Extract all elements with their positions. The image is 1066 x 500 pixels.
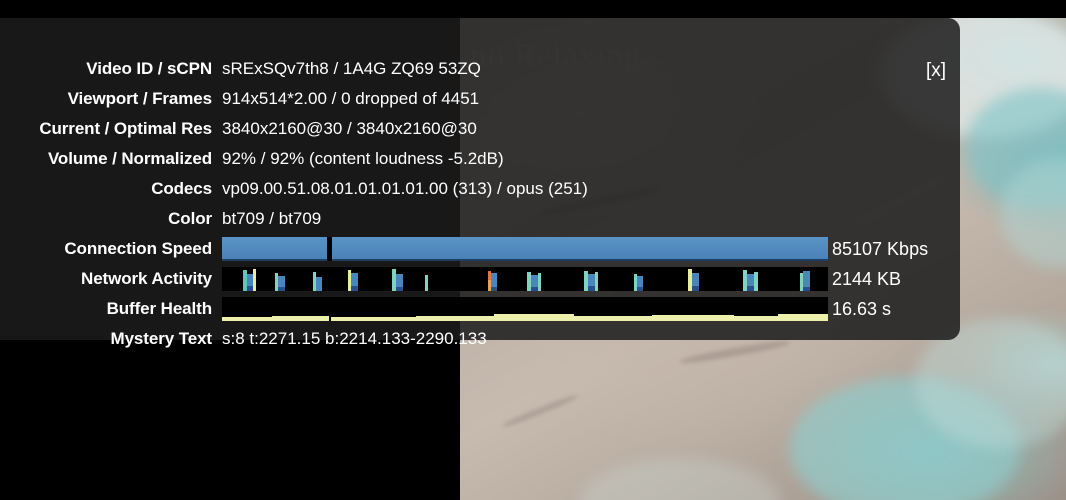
buffer-health-segment — [331, 297, 416, 321]
stat-value: vp09.00.51.08.01.01.01.01.00 (313) / opu… — [222, 179, 588, 198]
graph-readout: 16.63 s — [832, 298, 892, 319]
connection-speed-segment — [332, 237, 828, 261]
buffer-yellow-area — [574, 316, 652, 321]
stat-row-current-optimal-res: Current / Optimal Res 3840x2160@30 / 3840… — [0, 114, 477, 144]
buffer-health-segment — [734, 297, 778, 321]
stat-row-volume-normalized: Volume / Normalized 92% / 92% (content lo… — [0, 144, 504, 174]
network-activity-bar — [491, 287, 497, 291]
buffer-health-segment — [494, 297, 574, 321]
network-activity-canvas — [222, 267, 828, 291]
stat-row-color: Color bt709 / bt709 — [0, 204, 321, 234]
network-activity-bar — [538, 272, 541, 291]
stat-label: Color — [168, 209, 212, 228]
network-activity-bar — [531, 286, 538, 291]
buffer-health-graph — [222, 297, 828, 321]
network-activity-bar — [425, 275, 428, 291]
stat-value: 914x514*2.00 / 0 dropped of 4451 — [222, 89, 480, 108]
stat-label: Mystery Text — [110, 329, 213, 348]
stat-label: Viewport / Frames — [67, 89, 213, 108]
network-activity-bar — [692, 285, 699, 291]
stat-label: Volume / Normalized — [47, 149, 212, 168]
network-activity-bar — [278, 286, 285, 291]
graph-label: Connection Speed — [64, 239, 212, 258]
buffer-yellow-area — [778, 314, 828, 321]
stat-row-codecs: Codecs vp09.00.51.08.01.01.01.01.00 (313)… — [0, 174, 588, 204]
buffer-health-segment — [222, 297, 272, 321]
stat-row-mystery-text: Mystery Text s:8 t:2271.15 b:2214.133-229… — [0, 324, 487, 354]
network-activity-bar — [747, 286, 754, 291]
stat-value: 92% / 92% (content loudness -5.2dB) — [222, 149, 504, 168]
network-activity-bar — [595, 272, 598, 291]
graph-readout: 85107 Kbps — [832, 238, 929, 259]
buffer-yellow-area — [494, 314, 574, 321]
graph-row-network-activity: Network Activity 2144 KB — [0, 264, 901, 294]
network-activity-bar — [247, 285, 253, 291]
network-activity-bar — [253, 269, 256, 291]
graph-row-buffer-health: Buffer Health 16.63 s — [0, 294, 891, 324]
buffer-health-segment — [574, 297, 652, 321]
buffer-health-canvas — [222, 297, 828, 321]
connection-speed-graph — [222, 237, 828, 261]
connection-speed-canvas — [222, 237, 828, 261]
network-activity-bar — [803, 287, 810, 291]
stat-value: s:8 t:2271.15 b:2214.133-2290.133 — [222, 329, 487, 348]
graph-label: Buffer Health — [106, 299, 213, 318]
buffer-yellow-area — [652, 314, 734, 321]
buffer-divider — [329, 297, 331, 321]
stat-value: sRExSQv7th8 / 1A4G ZQ69 53ZQ — [222, 59, 481, 78]
network-activity-bar — [316, 277, 322, 291]
buffer-yellow-area — [416, 315, 494, 321]
buffer-yellow-area — [331, 317, 416, 321]
graph-readout: 2144 KB — [832, 268, 902, 289]
network-activity-bar — [351, 286, 358, 291]
network-activity-bar — [637, 287, 643, 291]
stat-label: Video ID / sCPN — [86, 59, 212, 78]
graph-label: Network Activity — [81, 269, 212, 288]
network-activity-bar — [588, 286, 595, 291]
close-icon[interactable]: [x] — [926, 61, 946, 80]
stats-for-nerds-panel: [x] Video ID / sCPN sRExSQv7th8 / 1A4G ZQ… — [0, 18, 960, 348]
buffer-health-segment — [652, 297, 734, 321]
buffer-yellow-area — [222, 317, 272, 321]
screen-root: no Relaxing [x] Video ID / sCPNsRExSQv7t… — [0, 0, 1066, 500]
network-activity-bar — [396, 286, 403, 291]
buffer-health-segment — [778, 297, 828, 321]
buffer-health-segment — [416, 297, 494, 321]
connection-speed-segment — [222, 237, 327, 261]
network-activity-bar — [754, 271, 758, 291]
stat-row-video-id-scpn: Video ID / sCPN sRExSQv7th8 / 1A4G ZQ69 5… — [0, 54, 481, 84]
stat-label: Current / Optimal Res — [39, 119, 212, 138]
buffer-yellow-area — [734, 316, 778, 321]
stat-value: 3840x2160@30 / 3840x2160@30 — [222, 119, 477, 138]
buffer-health-segment — [272, 297, 329, 321]
stat-label: Codecs — [151, 179, 212, 198]
graph-row-connection-speed: Connection Speed 85107 Kbps — [0, 234, 928, 264]
network-activity-graph — [222, 267, 828, 291]
stat-value: bt709 / bt709 — [222, 209, 322, 228]
buffer-yellow-area — [272, 315, 329, 321]
stat-row-viewport-frames: Viewport / Frames 914x514*2.00 / 0 droppe… — [0, 84, 480, 114]
